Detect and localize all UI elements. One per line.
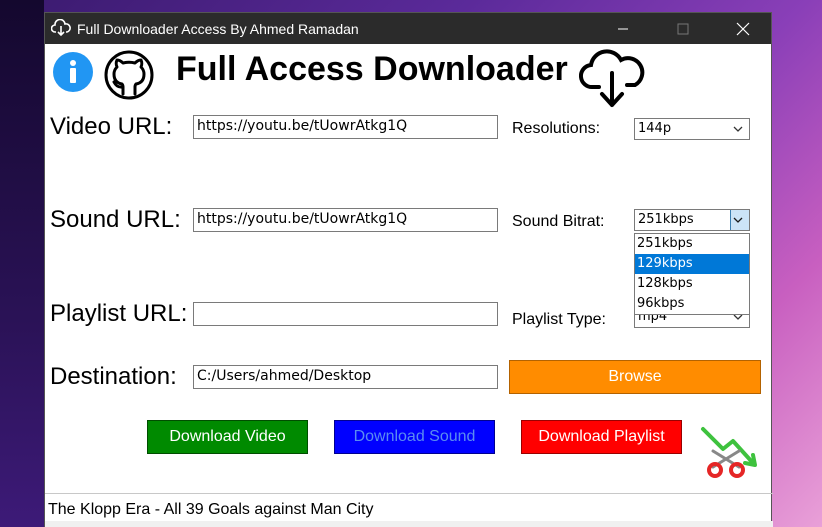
info-icon[interactable]: [52, 51, 94, 93]
dropdown-option-96kbps[interactable]: 96kbps: [635, 294, 749, 314]
destination-label: Destination:: [50, 363, 177, 390]
resolutions-select[interactable]: 144p: [634, 118, 750, 140]
playlist-url-input[interactable]: [193, 302, 498, 326]
app-window: Full Downloader Access By Ahmed Ramadan …: [44, 12, 773, 527]
sound-bitrate-value: 251kbps: [638, 212, 694, 227]
destination-input[interactable]: C:/Users/ahmed/Desktop: [193, 365, 498, 389]
page-title: Full Access Downloader: [176, 50, 568, 88]
cloud-download-icon[interactable]: [579, 47, 645, 111]
resolutions-value: 144p: [638, 121, 672, 136]
window-title: Full Downloader Access By Ahmed Ramadan: [77, 21, 359, 37]
scissors-trim-icon[interactable]: [699, 425, 761, 479]
playlist-url-label: Playlist URL:: [50, 300, 188, 327]
cloud-download-icon: [51, 19, 71, 37]
close-button[interactable]: [720, 13, 766, 44]
maximize-button[interactable]: [660, 13, 706, 44]
download-sound-button[interactable]: Download Sound: [334, 420, 495, 454]
sound-url-input[interactable]: https://youtu.be/tUowrAtkg1Q: [193, 208, 498, 232]
status-text: The Klopp Era - All 39 Goals against Man…: [48, 501, 374, 518]
dropdown-option-251kbps[interactable]: 251kbps: [635, 234, 749, 254]
download-playlist-button[interactable]: Download Playlist: [521, 420, 682, 454]
maximize-icon: [677, 23, 689, 34]
minimize-icon: [618, 28, 628, 29]
sound-bitrate-select[interactable]: 251kbps: [634, 209, 750, 231]
sound-bitrate-label: Sound Bitrat:: [512, 213, 605, 230]
dropdown-option-128kbps[interactable]: 128kbps: [635, 274, 749, 294]
minimize-button[interactable]: [600, 13, 646, 44]
chevron-down-icon: [733, 217, 743, 223]
playlist-type-label: Playlist Type:: [512, 311, 606, 328]
close-icon: [736, 22, 750, 35]
video-url-input[interactable]: https://youtu.be/tUowrAtkg1Q: [193, 115, 498, 139]
title-bar: Full Downloader Access By Ahmed Ramadan: [45, 13, 771, 44]
github-icon[interactable]: [103, 49, 155, 101]
window-bottom-edge: [45, 521, 773, 527]
browse-button[interactable]: Browse: [509, 360, 761, 394]
dropdown-option-129kbps[interactable]: 129kbps: [635, 254, 749, 274]
video-url-label: Video URL:: [50, 113, 173, 140]
sound-bitrate-dropdown-list: 251kbps 129kbps 128kbps 96kbps: [634, 233, 750, 315]
desktop-background: [0, 0, 44, 527]
resolutions-label: Resolutions:: [512, 120, 601, 137]
sound-url-label: Sound URL:: [50, 206, 181, 233]
chevron-down-icon: [733, 126, 743, 132]
download-video-button[interactable]: Download Video: [147, 420, 308, 454]
status-divider: [45, 493, 773, 494]
